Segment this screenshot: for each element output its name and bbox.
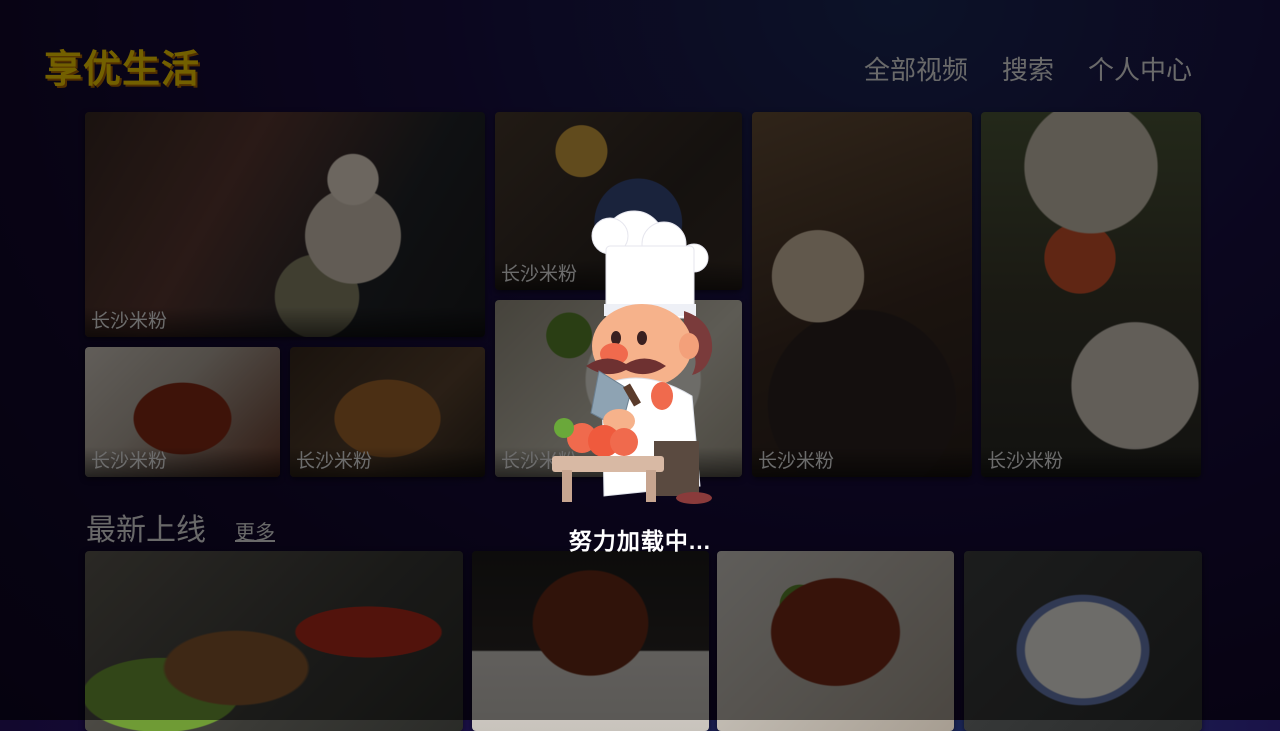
latest-tile[interactable] bbox=[472, 551, 709, 731]
nav-all-videos[interactable]: 全部视频 bbox=[864, 50, 968, 87]
featured-tile[interactable]: 长沙米粉 bbox=[290, 347, 485, 477]
chef-mascot-icon bbox=[552, 210, 713, 504]
app-logo: 享优生活 bbox=[44, 49, 201, 91]
tile-caption: 长沙米粉 bbox=[85, 307, 485, 337]
tile-image bbox=[964, 551, 1202, 731]
nav-search[interactable]: 搜索 bbox=[1002, 50, 1054, 87]
featured-tile-tall[interactable]: 长沙米粉 bbox=[981, 112, 1201, 477]
tile-image bbox=[472, 551, 709, 731]
tile-image bbox=[85, 551, 463, 731]
tile-image bbox=[981, 112, 1201, 477]
featured-tile-tall[interactable]: 长沙米粉 bbox=[752, 112, 972, 477]
tile-image bbox=[717, 551, 954, 731]
latest-tile[interactable] bbox=[85, 551, 463, 731]
main-nav: 全部视频 搜索 个人中心 bbox=[864, 50, 1192, 87]
tile-caption: 长沙米粉 bbox=[752, 447, 972, 477]
tile-caption: 长沙米粉 bbox=[85, 447, 280, 477]
tile-image bbox=[85, 112, 485, 337]
nav-profile[interactable]: 个人中心 bbox=[1088, 50, 1192, 87]
featured-tile[interactable]: 长沙米粉 bbox=[85, 347, 280, 477]
latest-tile[interactable] bbox=[717, 551, 954, 731]
latest-tile[interactable] bbox=[964, 551, 1202, 731]
loading-text: 努力加载中... bbox=[568, 528, 712, 554]
featured-tile-large[interactable]: 长沙米粉 bbox=[85, 112, 485, 337]
tile-caption: 长沙米粉 bbox=[981, 447, 1201, 477]
tile-caption: 长沙米粉 bbox=[290, 447, 485, 477]
tile-image bbox=[752, 112, 972, 477]
